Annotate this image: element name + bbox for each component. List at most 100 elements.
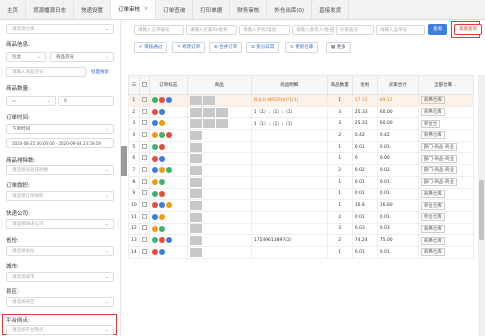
product-info-scope[interactable]: 商品货号 ⌄ [50, 52, 114, 62]
warehouse-cell[interactable]: 部门-商品-商业 [417, 140, 474, 154]
tab-8[interactable]: 直接发货 [312, 1, 350, 19]
table-row[interactable]: 7 2 0.02 0.02 部门-商品-商业 [128, 164, 474, 177]
warehouse-select[interactable]: 商弗仓库 [420, 131, 445, 140]
warehouse-cell[interactable]: 商弗仓库 [417, 105, 474, 119]
row-checkbox[interactable] [138, 94, 150, 107]
row-checkbox[interactable] [138, 164, 150, 177]
table-row[interactable]: 12 3 0.03 0.03 商弗仓库 [128, 222, 474, 236]
more-button[interactable]: ▦ 更多 [326, 42, 351, 53]
table-scrollbar-thumb[interactable] [479, 180, 484, 240]
table-row[interactable]: 5 1 0.01 0.01 部门-商品-商业 [128, 140, 474, 154]
table-row[interactable]: 14 1 0.01 0.01 商弗仓库 [128, 245, 474, 259]
tab-7[interactable]: 外仓出库(0) [267, 1, 313, 19]
row-checkbox[interactable] [138, 234, 150, 247]
warehouse-select[interactable]: 单位仓库 [420, 213, 445, 222]
row-checkbox[interactable] [138, 245, 150, 259]
table-row[interactable]: 1 N-JLD-NRDP(0)*1(1) 1 57.12 89.12 商弗仓库 [128, 94, 474, 107]
warehouse-cell[interactable]: 部门-商品-商业 [417, 175, 474, 189]
warehouse-cell[interactable]: 单位仓库 [417, 199, 474, 212]
warehouse-select[interactable]: 请选择仓库 ⌄ [6, 24, 114, 34]
close-icon[interactable]: × [144, 6, 148, 12]
note-input[interactable]: 买家备注 [336, 25, 374, 35]
phone-input[interactable]: 请输入手机/电话 [239, 25, 290, 35]
tab-3[interactable]: 订单审核 × [111, 0, 157, 19]
row-checkbox[interactable] [138, 129, 150, 142]
city-select[interactable]: 请选择城市 ⌄ [6, 272, 114, 282]
platform-select[interactable]: 请选择平台网点 ⌄ [6, 325, 114, 335]
warehouse-select[interactable]: 部门-商品-商业 [420, 166, 457, 175]
qty-value-input[interactable]: 0 [58, 96, 114, 106]
refresh-warehouse-button[interactable]: ↻ 更新仓库 [285, 42, 319, 53]
warehouse-select[interactable]: 部门-商品-商业 [420, 154, 457, 163]
tab-4[interactable]: 订单查询 [156, 1, 194, 19]
warehouse-cell[interactable]: 部门-商品-商业 [417, 164, 474, 177]
province-select[interactable]: 请选择省份 ⌄ [6, 246, 114, 256]
table-row[interactable]: 10 1 16.8 16.80 单位仓库 [128, 199, 474, 212]
merge-order-button[interactable]: ⊕ 合并订单 [209, 42, 243, 53]
tab-0[interactable]: 主页 [0, 1, 27, 19]
product-info-mode[interactable]: 包含 ⌄ [6, 52, 46, 62]
warehouse-cell[interactable]: 商弗仓库 [417, 222, 474, 236]
row-checkbox[interactable] [138, 152, 150, 166]
warehouse-select[interactable]: 商弗仓库 [420, 224, 445, 233]
batch-search-link[interactable]: 批量搜索 [91, 69, 109, 75]
order-flags [148, 210, 188, 224]
product-code-input[interactable]: 请输入商品货号 [6, 67, 86, 77]
order-time-type-select[interactable]: 下单时间 ⌄ [6, 124, 114, 134]
row-checkbox[interactable] [138, 187, 150, 201]
warehouse-cell[interactable]: 商弗仓库 [417, 94, 474, 107]
recipient-input[interactable]: 请输入收货人/姓名 [292, 25, 334, 35]
qty-operator-select[interactable]: = ⌄ [6, 96, 56, 106]
tab-2[interactable]: 快递设置 [74, 1, 112, 19]
warehouse-select[interactable]: 单位仓 [420, 119, 441, 128]
table-row[interactable]: 6 1 0 0.00 部门-商品-商业 [128, 152, 474, 166]
warehouse-cell[interactable]: 单位仓库 [417, 210, 474, 224]
warehouse-select[interactable]: 商弗仓库 [420, 108, 445, 117]
row-checkbox[interactable] [138, 222, 150, 236]
split-button[interactable]: ⇆ 拆分异常 [246, 42, 280, 53]
table-row[interactable]: 3 1（1）;（1）;（1） 3 25.33 60.00 单位仓 [128, 117, 474, 131]
warehouse-select[interactable]: 商弗仓库 [420, 248, 445, 257]
row-checkbox[interactable] [138, 210, 150, 224]
warehouse-cell[interactable]: 商弗仓库 [417, 245, 474, 259]
tab-1[interactable]: 货源播源日志 [26, 1, 75, 19]
row-checkbox[interactable] [138, 105, 150, 119]
edit-order-button[interactable]: ✎ 修改订单 [172, 42, 206, 53]
warehouse-select[interactable]: 部门-商品-商业 [420, 143, 457, 152]
warehouse-select[interactable]: 商弗仓库 [420, 96, 445, 105]
advanced-query-button[interactable]: 高级查询 [454, 24, 482, 35]
query-button[interactable]: 查询 [428, 24, 447, 35]
exclude-select[interactable]: 请选择商品排除数 ⌄ [6, 165, 114, 175]
order-no-input[interactable]: 请输入订单编号 [134, 25, 184, 35]
table-row[interactable]: 9 1 0.01 0.01 商弗仓库 [128, 187, 474, 201]
select-all-checkbox[interactable] [138, 75, 150, 95]
table-row[interactable]: 13 17549613897(2) 2 74.24 75.00 商弗仓库 [128, 234, 474, 247]
buyer-input[interactable]: 请输入买家ID/昵称 [186, 25, 237, 35]
table-row[interactable]: 8 1 0.01 0.01 部门-商品-商业 [128, 175, 474, 189]
table-row[interactable]: 11 2 0.01 0.01 单位仓库 [128, 210, 474, 224]
warehouse-cell[interactable]: 单位仓 [417, 117, 474, 131]
district-select[interactable]: 请选择县区 ⌄ [6, 297, 114, 307]
tab-5[interactable]: 打印单据 [193, 1, 231, 19]
warehouse-cell[interactable]: 商弗仓库 [417, 129, 474, 142]
warehouse-cell[interactable]: 商弗仓库 [417, 187, 474, 201]
time-range-input[interactable]: 2020-08-25 00:00:00 - 2020-09-04 23:59:5… [6, 138, 114, 148]
order-flag-label: 订单旗帜: [6, 183, 30, 189]
table-row[interactable]: 2 1（1）;（1）;（1） 3 25.33 60.00 商弗仓库 [128, 105, 474, 119]
warehouse-select[interactable]: 部门-商品-商业 [420, 178, 457, 187]
row-checkbox[interactable] [138, 199, 150, 212]
row-checkbox[interactable] [138, 175, 150, 189]
row-checkbox[interactable] [138, 117, 150, 131]
express-select[interactable]: 请选择快递公司 ⌄ [6, 219, 114, 229]
warehouse-select[interactable]: 商弗仓库 [420, 236, 445, 245]
row-checkbox[interactable] [138, 140, 150, 154]
warehouse-select[interactable]: 商弗仓库 [420, 189, 445, 198]
warehouse-select[interactable]: 单位仓库 [420, 201, 445, 210]
tab-6[interactable]: 财务审核 [230, 1, 268, 19]
warehouse-cell[interactable]: 部门-商品-商业 [417, 152, 474, 166]
order-flag-select[interactable]: 请选择订单旗帜 ⌄ [6, 191, 114, 201]
review-button[interactable]: ✔ 审核通过 [134, 42, 168, 53]
waybill-input[interactable]: 请输入运单号 [376, 25, 425, 35]
table-row[interactable]: 4 2 0.42 0.42 商弗仓库 [128, 129, 474, 142]
warehouse-cell[interactable]: 商弗仓库 [417, 234, 474, 247]
